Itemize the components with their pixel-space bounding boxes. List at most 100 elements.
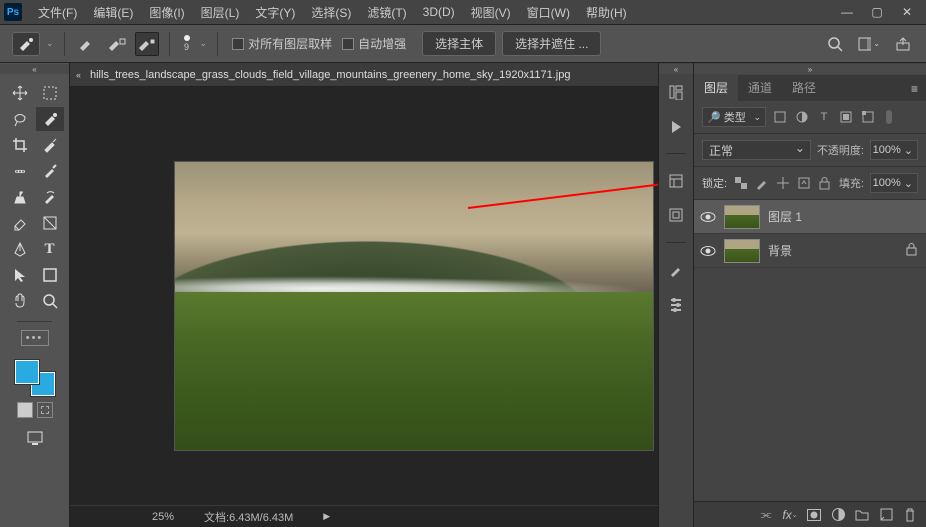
layer-effects-icon[interactable]: fx⌄: [782, 507, 798, 523]
properties-panel-icon[interactable]: [665, 170, 687, 192]
type-tool[interactable]: T: [36, 237, 64, 261]
hand-tool[interactable]: [6, 289, 34, 313]
gradient-tool[interactable]: [36, 211, 64, 235]
panel-menu-icon[interactable]: ≡: [903, 77, 926, 101]
layer-row[interactable]: 背景: [694, 234, 926, 268]
filter-pixel-icon[interactable]: [772, 109, 788, 125]
lock-position-icon[interactable]: [775, 176, 790, 191]
pen-tool[interactable]: [6, 237, 34, 261]
window-minimize-button[interactable]: —: [832, 2, 862, 22]
new-layer-icon[interactable]: [878, 507, 894, 523]
edit-toolbar-button[interactable]: •••: [21, 330, 49, 346]
tool-preset-picker[interactable]: [12, 32, 40, 56]
menu-select[interactable]: 选择(S): [303, 1, 359, 24]
adjustments-panel-icon[interactable]: [665, 204, 687, 226]
layer-thumbnail[interactable]: [724, 205, 760, 229]
window-close-button[interactable]: ✕: [892, 2, 922, 22]
history-panel-icon[interactable]: [665, 81, 687, 103]
brushes-panel-icon[interactable]: [665, 259, 687, 281]
menu-layer[interactable]: 图层(L): [193, 1, 248, 24]
layer-row[interactable]: 图层 1: [694, 200, 926, 234]
tab-channels[interactable]: 通道: [738, 74, 782, 101]
lasso-tool[interactable]: [6, 107, 34, 131]
subtract-selection-icon[interactable]: [135, 32, 159, 56]
filter-type-icon[interactable]: T: [816, 109, 832, 125]
filter-smart-icon[interactable]: [860, 109, 876, 125]
lock-image-icon[interactable]: [754, 176, 769, 191]
healing-brush-tool[interactable]: [6, 159, 34, 183]
eraser-tool[interactable]: [6, 211, 34, 235]
layer-name[interactable]: 图层 1: [768, 208, 898, 225]
marquee-tool[interactable]: [36, 81, 64, 105]
sample-all-layers-checkbox[interactable]: 对所有图层取样: [232, 35, 332, 52]
canvas[interactable]: [70, 87, 658, 505]
search-icon[interactable]: [824, 33, 846, 55]
shape-tool[interactable]: [36, 263, 64, 287]
menu-image[interactable]: 图像(I): [141, 1, 192, 24]
brush-settings-panel-icon[interactable]: [665, 293, 687, 315]
tab-paths[interactable]: 路径: [782, 74, 826, 101]
adjustment-layer-icon[interactable]: [830, 507, 846, 523]
layer-thumbnail[interactable]: [724, 239, 760, 263]
visibility-toggle-icon[interactable]: [700, 243, 716, 259]
menu-3d[interactable]: 3D(D): [415, 2, 463, 22]
workspaces-icon[interactable]: ⌄: [858, 33, 880, 55]
screen-mode-button[interactable]: [21, 426, 49, 450]
menu-window[interactable]: 窗口(W): [519, 1, 578, 24]
layer-lock-indicator: [906, 243, 920, 259]
select-and-mask-button[interactable]: 选择并遮住 ...: [502, 31, 601, 56]
dock-collapse-handle[interactable]: «: [659, 64, 693, 74]
opacity-input[interactable]: 100%: [870, 140, 918, 160]
filter-adjustment-icon[interactable]: [794, 109, 810, 125]
standard-mode-button[interactable]: [17, 402, 33, 418]
link-layers-icon[interactable]: ⫘: [758, 507, 774, 523]
layer-filter-type-select[interactable]: 🔎 类型⌄: [702, 107, 766, 127]
window-maximize-button[interactable]: ▢: [862, 2, 892, 22]
fill-input[interactable]: 100%: [870, 173, 918, 193]
auto-enhance-checkbox[interactable]: 自动增强: [342, 35, 406, 52]
document-info[interactable]: 文档:6.43M/6.43M: [204, 509, 293, 525]
clone-stamp-tool[interactable]: [6, 185, 34, 209]
layer-mask-icon[interactable]: [806, 507, 822, 523]
quick-selection-tool[interactable]: [36, 107, 64, 131]
lock-all-icon[interactable]: [817, 176, 832, 191]
share-icon[interactable]: [892, 33, 914, 55]
blend-mode-select[interactable]: 正常: [702, 140, 811, 160]
lock-transparency-icon[interactable]: [733, 176, 748, 191]
brush-tool[interactable]: [36, 159, 64, 183]
panels-collapse-handle[interactable]: »: [694, 64, 926, 74]
select-subject-button[interactable]: 选择主体: [422, 31, 496, 56]
add-selection-icon[interactable]: [105, 32, 129, 56]
zoom-level[interactable]: 25%: [152, 511, 174, 523]
history-brush-tool[interactable]: [36, 185, 64, 209]
visibility-toggle-icon[interactable]: [700, 209, 716, 225]
delete-layer-icon[interactable]: [902, 507, 918, 523]
filter-shape-icon[interactable]: [838, 109, 854, 125]
menu-help[interactable]: 帮助(H): [578, 1, 635, 24]
menu-filter[interactable]: 滤镜(T): [359, 1, 414, 24]
tab-layers[interactable]: 图层: [694, 73, 738, 101]
brush-size-picker[interactable]: 9: [180, 35, 194, 52]
actions-panel-icon[interactable]: [665, 115, 687, 137]
tools-collapse-handle[interactable]: «: [0, 64, 69, 74]
document-tab[interactable]: hills_trees_landscape_grass_clouds_field…: [90, 69, 570, 81]
new-selection-icon[interactable]: [75, 32, 99, 56]
menu-type[interactable]: 文字(Y): [247, 1, 303, 24]
layer-name[interactable]: 背景: [768, 242, 898, 259]
collapsed-dock: «: [658, 63, 694, 527]
layers-panel-footer: ⫘ fx⌄: [694, 501, 926, 527]
zoom-tool[interactable]: [36, 289, 64, 313]
foreground-color-swatch[interactable]: [15, 360, 39, 384]
lock-artboard-icon[interactable]: [796, 176, 811, 191]
filter-toggle[interactable]: [886, 110, 892, 124]
menu-file[interactable]: 文件(F): [30, 1, 85, 24]
doc-collapse-handle[interactable]: «: [76, 70, 90, 80]
eyedropper-tool[interactable]: [36, 133, 64, 157]
menu-edit[interactable]: 编辑(E): [85, 1, 141, 24]
quick-mask-button[interactable]: [37, 402, 53, 418]
menu-view[interactable]: 视图(V): [463, 1, 519, 24]
move-tool[interactable]: [6, 81, 34, 105]
crop-tool[interactable]: [6, 133, 34, 157]
path-selection-tool[interactable]: [6, 263, 34, 287]
layer-group-icon[interactable]: [854, 507, 870, 523]
